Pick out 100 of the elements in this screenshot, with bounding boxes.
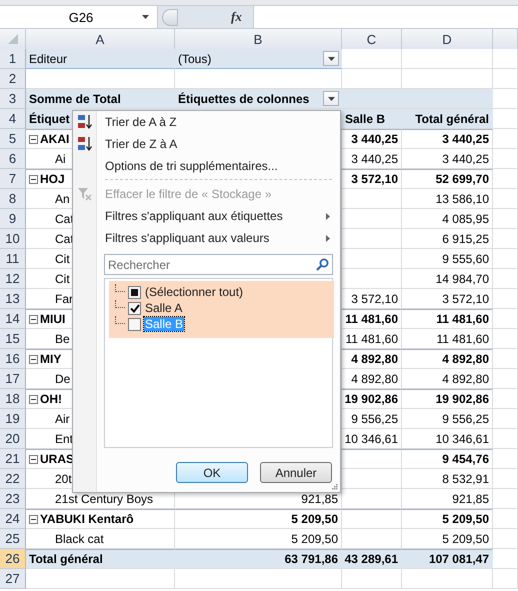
table-cell: 4 892,80 bbox=[342, 369, 402, 389]
table-cell: 5 209,50 bbox=[175, 529, 342, 549]
row-header[interactable]: 8 bbox=[0, 189, 26, 209]
checkbox[interactable] bbox=[128, 286, 141, 298]
checkmark-icon bbox=[130, 304, 140, 312]
row-header[interactable]: 25 bbox=[0, 529, 26, 549]
name-box[interactable]: G26 bbox=[0, 6, 158, 28]
cell-text: AKAI bbox=[40, 132, 70, 146]
row-header[interactable]: 27 bbox=[0, 569, 26, 589]
row-header[interactable]: 3 bbox=[0, 89, 26, 109]
row-header[interactable]: 24 bbox=[0, 509, 26, 529]
table-cell: 9 556,25 bbox=[402, 409, 493, 429]
row-header[interactable]: 6 bbox=[0, 149, 26, 169]
row-header[interactable]: 13 bbox=[0, 289, 26, 309]
dialog-button[interactable]: OK bbox=[176, 462, 248, 483]
table-cell: 52 699,70 bbox=[402, 169, 493, 189]
checkbox[interactable] bbox=[128, 302, 141, 314]
row-header[interactable]: 15 bbox=[0, 329, 26, 349]
table-cell: 13 586,10 bbox=[402, 189, 493, 209]
table-cell: Total général bbox=[402, 109, 493, 129]
table-cell: 11 481,60 bbox=[342, 329, 402, 349]
table-cell: 19 902,86 bbox=[342, 389, 402, 409]
table-cell: 8 532,91 bbox=[402, 469, 493, 489]
collapse-icon[interactable] bbox=[29, 394, 38, 404]
row-header[interactable]: 10 bbox=[0, 229, 26, 249]
table-cell: 4 892,80 bbox=[402, 369, 493, 389]
table-cell: 43 289,61 bbox=[342, 549, 402, 569]
table-cell: 3 572,10 bbox=[342, 289, 402, 309]
table-cell: Black cat bbox=[26, 529, 175, 549]
search-field[interactable]: Rechercher bbox=[104, 254, 333, 275]
table-cell: 11 481,60 bbox=[402, 309, 493, 329]
table-cell: 4 892,80 bbox=[342, 349, 402, 369]
table-cell: 10 346,61 bbox=[402, 429, 493, 449]
cell-text: MIUI bbox=[40, 312, 66, 326]
search-icon bbox=[316, 258, 329, 271]
table-cell: 3 440,25 bbox=[402, 149, 493, 169]
table-cell: 9 454,76 bbox=[402, 449, 493, 469]
collapse-icon[interactable] bbox=[29, 354, 38, 364]
sort-ascending-icon bbox=[77, 114, 93, 130]
table-cell: 5 209,50 bbox=[175, 509, 342, 529]
splitter-handle[interactable] bbox=[162, 8, 178, 26]
row-header[interactable]: 26 bbox=[0, 549, 26, 569]
cell-text: YABUKI Kentarô bbox=[40, 512, 134, 526]
collapse-icon[interactable] bbox=[29, 174, 38, 184]
table-cell: 3 572,10 bbox=[402, 289, 493, 309]
menu-item[interactable]: Trier de Z à A bbox=[105, 137, 178, 151]
collapse-icon[interactable] bbox=[29, 514, 38, 524]
table-cell: Editeur bbox=[26, 49, 175, 69]
collapse-icon[interactable] bbox=[29, 314, 38, 324]
collapse-icon[interactable] bbox=[29, 454, 38, 464]
table-cell: 11 481,60 bbox=[402, 329, 493, 349]
formula-field[interactable] bbox=[253, 6, 518, 28]
corner-triangle-icon bbox=[8, 34, 18, 44]
table-cell: 3 572,10 bbox=[342, 169, 402, 189]
column-header[interactable]: B bbox=[175, 29, 342, 50]
row-header[interactable]: 19 bbox=[0, 409, 26, 429]
cell-text: (Tous) bbox=[178, 52, 212, 66]
collapse-icon[interactable] bbox=[29, 134, 38, 144]
table-cell: 921,85 bbox=[402, 489, 493, 509]
clear-filter-icon bbox=[78, 188, 92, 200]
table-cell: 3 440,25 bbox=[402, 129, 493, 149]
row-header[interactable]: 22 bbox=[0, 469, 26, 489]
table-cell: 3 440,25 bbox=[342, 149, 402, 169]
column-header[interactable]: D bbox=[402, 29, 493, 50]
row-header[interactable]: 5 bbox=[0, 129, 26, 149]
column-header[interactable]: C bbox=[342, 29, 402, 50]
table-cell: 11 481,60 bbox=[342, 309, 402, 329]
row-header[interactable]: 20 bbox=[0, 429, 26, 449]
table-cell: 6 915,25 bbox=[402, 229, 493, 249]
filter-dropdown-button[interactable] bbox=[323, 91, 339, 106]
cell-text: HOJ bbox=[40, 172, 65, 186]
resize-grip-icon[interactable] bbox=[331, 483, 338, 490]
table-cell: 107 081,47 bbox=[402, 549, 493, 569]
row-header[interactable]: 2 bbox=[0, 69, 26, 89]
table-cell: 3 440,25 bbox=[342, 129, 402, 149]
row-header[interactable]: 9 bbox=[0, 209, 26, 229]
table-cell: 10 346,61 bbox=[342, 429, 402, 449]
row-header[interactable]: 11 bbox=[0, 249, 26, 269]
row-header[interactable]: 12 bbox=[0, 269, 26, 289]
dialog-button[interactable]: Annuler bbox=[260, 462, 332, 483]
table-cell: Total général bbox=[26, 549, 175, 569]
row-header[interactable]: 17 bbox=[0, 369, 26, 389]
row-header[interactable]: 1 bbox=[0, 49, 26, 69]
cell-text: MIY bbox=[40, 352, 62, 366]
filter-dropdown-button[interactable] bbox=[323, 51, 339, 66]
caret-icon bbox=[142, 15, 149, 19]
row-header[interactable]: 18 bbox=[0, 389, 26, 409]
table-cell: Somme de Total bbox=[26, 89, 175, 109]
row-header[interactable]: 14 bbox=[0, 309, 26, 329]
submenu-arrow-icon bbox=[326, 234, 330, 242]
column-header[interactable]: A bbox=[26, 29, 175, 50]
row-header[interactable]: 4 bbox=[0, 109, 26, 129]
function-button[interactable]: fx bbox=[231, 9, 249, 25]
row-header[interactable]: 16 bbox=[0, 349, 26, 369]
menu-item[interactable]: Trier de A à Z bbox=[105, 115, 177, 129]
row-header[interactable]: 7 bbox=[0, 169, 26, 189]
table-cell: 14 984,70 bbox=[402, 269, 493, 289]
checkbox[interactable] bbox=[128, 318, 141, 330]
row-header[interactable]: 21 bbox=[0, 449, 26, 469]
row-header[interactable]: 23 bbox=[0, 489, 26, 509]
